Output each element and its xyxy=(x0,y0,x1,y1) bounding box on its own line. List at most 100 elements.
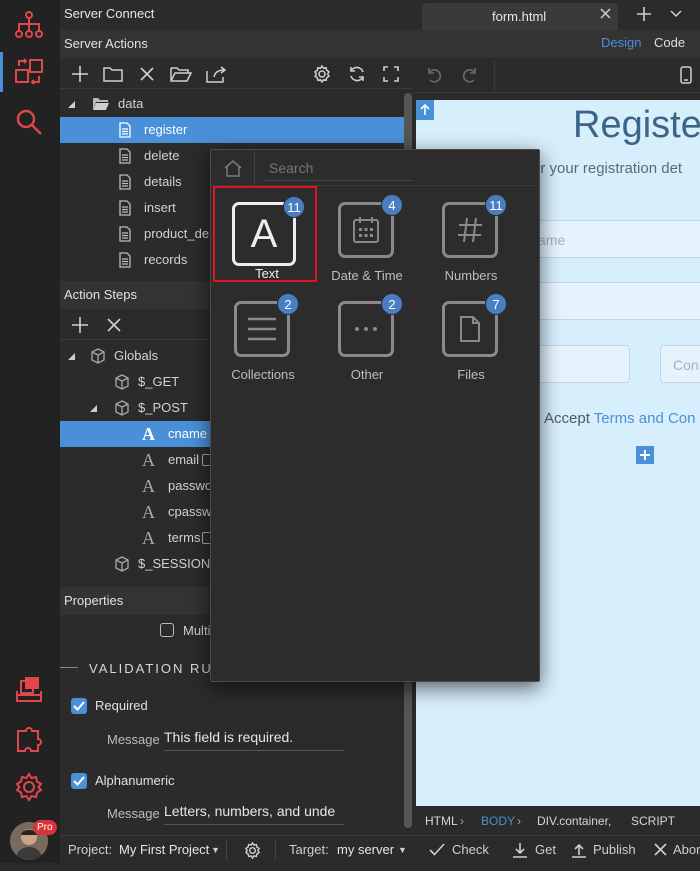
design-tab[interactable]: Design xyxy=(601,35,641,50)
abort-button[interactable]: Abor xyxy=(673,836,700,864)
add-icon[interactable] xyxy=(67,59,93,89)
gear-icon[interactable] xyxy=(244,842,261,870)
project-label: Project: xyxy=(68,842,113,857)
code-tab[interactable]: Code xyxy=(654,35,685,50)
refresh-icon[interactable] xyxy=(344,59,370,89)
collapse-triangle-icon[interactable] xyxy=(88,395,98,421)
file-icon xyxy=(117,226,133,242)
tile-collections[interactable]: 2 Collections xyxy=(211,285,315,382)
pro-badge: Pro xyxy=(33,820,57,835)
gear-icon[interactable] xyxy=(309,59,335,89)
breadcrumb-html[interactable]: HTML xyxy=(425,807,458,835)
tree-label: $_GET xyxy=(138,374,180,389)
open-folder-icon[interactable] xyxy=(168,59,194,89)
confirm-input[interactable]: Con xyxy=(660,345,700,383)
breadcrumb-script[interactable]: SCRIPT xyxy=(631,807,675,835)
tree-item-label: details xyxy=(144,174,182,189)
server-actions-icon[interactable] xyxy=(10,53,48,91)
tile-numbers[interactable]: 11 Numbers xyxy=(419,186,523,283)
expand-icon[interactable] xyxy=(378,59,404,89)
folder-icon[interactable] xyxy=(100,59,126,89)
accept-label: Accept xyxy=(544,410,590,427)
required-message-input[interactable]: This field is required. xyxy=(164,729,344,751)
server-connect-title: Server Connect xyxy=(64,6,155,21)
server-actions-header[interactable]: Server Actions xyxy=(60,30,414,58)
count-badge: 4 xyxy=(381,194,403,216)
resize-handle[interactable] xyxy=(416,100,434,120)
collapse-triangle-icon[interactable] xyxy=(66,91,76,117)
tab-form-html[interactable]: form.html xyxy=(422,3,618,30)
chevron-down-icon[interactable]: ▼ xyxy=(398,836,407,864)
tree-label: email xyxy=(168,452,200,467)
tree-label: terms xyxy=(168,530,201,545)
breadcrumb-body[interactable]: BODY xyxy=(481,807,515,835)
deploy-icon[interactable] xyxy=(10,670,48,708)
file-icon xyxy=(117,200,133,216)
home-icon[interactable] xyxy=(211,150,255,186)
count-badge: 7 xyxy=(485,293,507,315)
tree-item-register[interactable]: register xyxy=(60,117,404,143)
tree-item-label: records xyxy=(144,252,188,267)
tree-item-label: register xyxy=(144,122,188,137)
name-input[interactable]: ame xyxy=(516,220,700,258)
status-bar: Project: My First Project ▼ Target: my s… xyxy=(60,835,700,863)
delete-icon[interactable] xyxy=(101,310,127,340)
undo-icon[interactable] xyxy=(426,66,444,84)
redo-icon[interactable] xyxy=(460,66,478,84)
accept-text: Accept Terms and Con xyxy=(544,410,695,427)
target-select[interactable]: my server xyxy=(337,836,394,864)
editor-toolbar xyxy=(414,59,700,93)
alphanumeric-checkbox[interactable] xyxy=(71,773,87,789)
get-button[interactable]: Get xyxy=(535,836,556,864)
collapse-triangle-icon[interactable] xyxy=(66,343,76,369)
delete-icon[interactable] xyxy=(134,59,160,89)
breadcrumb-div[interactable]: DIV.container, xyxy=(537,807,611,835)
picker-search-input[interactable] xyxy=(263,155,413,181)
tree-label: Globals xyxy=(114,348,159,363)
target-label: Target: xyxy=(289,842,329,857)
multi-checkbox[interactable] xyxy=(160,623,174,637)
breadcrumb: HTML › BODY › DIV.container, SCRIPT xyxy=(414,807,700,835)
sitemap-icon[interactable] xyxy=(10,6,48,44)
tile-text[interactable]: A 11 Text xyxy=(213,186,317,282)
data-type-picker: A 11 Text 4 Date & Time 11 Numbers 2 Col… xyxy=(210,149,540,682)
cube-icon xyxy=(114,374,130,390)
tree-label: $_SESSION xyxy=(138,556,211,571)
close-icon[interactable] xyxy=(600,8,611,19)
chevron-down-icon[interactable] xyxy=(670,10,682,18)
file-icon xyxy=(117,252,133,268)
tree-item-label: product_de xyxy=(144,226,210,241)
mobile-preview-icon[interactable] xyxy=(680,66,692,84)
check-button[interactable]: Check xyxy=(452,836,489,864)
chevron-down-icon[interactable]: ▼ xyxy=(211,836,220,864)
page-subtitle: er your registration det xyxy=(532,160,683,177)
add-element-button[interactable] xyxy=(636,446,654,464)
tile-files[interactable]: 7 Files xyxy=(419,285,523,382)
required-checkbox[interactable] xyxy=(71,698,87,714)
tile-other[interactable]: 2 Other xyxy=(315,285,419,382)
rule-label: Alphanumeric xyxy=(95,773,175,788)
chevron-right-icon: › xyxy=(460,814,464,828)
tile-label: Files xyxy=(457,367,485,382)
email-input[interactable] xyxy=(516,282,700,320)
file-icon xyxy=(117,122,133,138)
settings-icon[interactable] xyxy=(10,768,48,806)
export-icon[interactable] xyxy=(204,59,230,89)
text-type-icon: A xyxy=(142,502,155,522)
divider xyxy=(226,840,227,860)
add-icon[interactable] xyxy=(67,310,93,340)
count-badge: 11 xyxy=(485,194,507,216)
validation-header: VALIDATION RU xyxy=(89,661,213,676)
project-select[interactable]: My First Project xyxy=(119,836,209,864)
tree-item-label: insert xyxy=(144,200,176,215)
search-icon[interactable] xyxy=(10,103,48,141)
extensions-icon[interactable] xyxy=(10,720,48,758)
new-tab-icon[interactable] xyxy=(636,6,652,22)
alphanumeric-message-input[interactable]: Letters, numbers, and unde xyxy=(164,803,344,825)
tile-date-time[interactable]: 4 Date & Time xyxy=(315,186,419,283)
tree-folder-data[interactable]: data xyxy=(60,91,404,117)
divider xyxy=(60,667,78,668)
publish-button[interactable]: Publish xyxy=(593,836,636,864)
terms-link[interactable]: Terms and Con xyxy=(594,410,696,427)
tab-label: form.html xyxy=(492,9,547,24)
